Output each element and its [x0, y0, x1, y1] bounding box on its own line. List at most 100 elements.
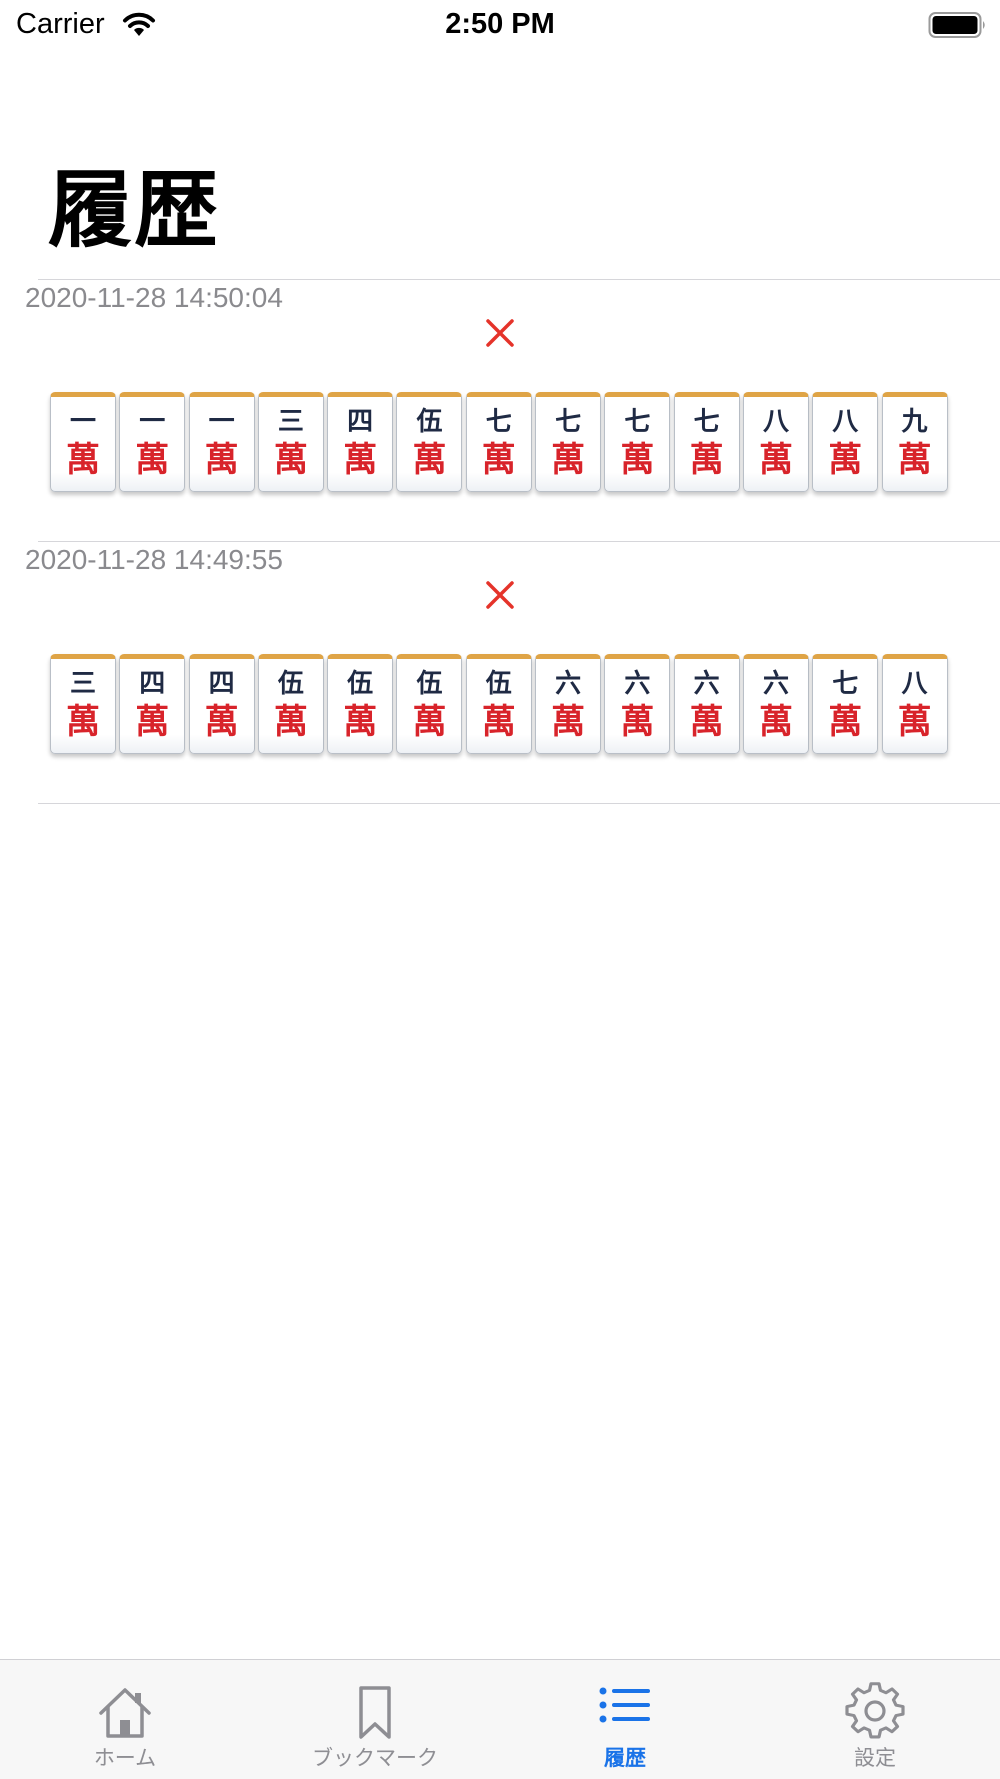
tile-suit: 萬 — [758, 440, 793, 480]
tile-suit: 萬 — [551, 440, 586, 480]
tile-number: 七 — [693, 407, 720, 437]
status-time: 2:50 PM — [445, 8, 555, 40]
tile-number: 四 — [208, 669, 235, 699]
tile-number: 伍 — [277, 669, 304, 699]
tile-suit: 萬 — [620, 702, 655, 742]
tile-suit: 萬 — [620, 440, 655, 480]
tile-number: 三 — [69, 669, 96, 699]
tab-bookmark[interactable]: ブックマーク — [250, 1660, 500, 1779]
tile-number: 七 — [832, 669, 859, 699]
entry-timestamp: 2020-11-28 14:49:55 — [25, 544, 283, 575]
tile-suit: 萬 — [412, 702, 447, 742]
tab-label: ホーム — [93, 1746, 157, 1770]
mahjong-tile: 六萬 — [604, 654, 671, 754]
tile-suit: 萬 — [897, 702, 932, 742]
mahjong-tile: 伍萬 — [465, 654, 532, 754]
tile-suit: 萬 — [481, 440, 516, 480]
incorrect-mark-icon — [486, 319, 514, 347]
mahjong-tile: 三萬 — [257, 392, 324, 492]
mahjong-tile: 三萬 — [50, 654, 116, 754]
mahjong-tile: 四萬 — [327, 392, 394, 492]
tab-label: ブックマーク — [312, 1746, 438, 1770]
tile-number: 四 — [347, 407, 374, 437]
mahjong-tile: 伍萬 — [257, 654, 324, 754]
tab-label: 履歴 — [604, 1746, 646, 1770]
mahjong-tile: 八萬 — [812, 392, 879, 492]
tile-number: 四 — [139, 669, 166, 699]
tile-suit: 萬 — [66, 440, 100, 480]
tab-bar: ホーム ブックマーク 履歴 設定 — [0, 1659, 1000, 1779]
tile-suit: 萬 — [758, 702, 793, 742]
entry-timestamp: 2020-11-28 14:50:04 — [25, 282, 283, 313]
tile-number: 一 — [208, 407, 235, 437]
tile-number: 伍 — [347, 669, 374, 699]
mahjong-tile: 七萬 — [604, 392, 671, 492]
mahjong-tile: 六萬 — [535, 654, 602, 754]
tile-suit: 萬 — [135, 702, 170, 742]
mahjong-tile: 一萬 — [50, 392, 116, 492]
tile-number: 七 — [624, 407, 651, 437]
mahjong-tile: 八萬 — [742, 392, 809, 492]
tile-number: 八 — [762, 407, 789, 437]
mahjong-tile: 一萬 — [119, 392, 186, 492]
tile-number: 七 — [555, 407, 582, 437]
tab-history[interactable]: 履歴 — [500, 1660, 750, 1779]
tile-number: 伍 — [485, 669, 512, 699]
tile-suit: 萬 — [689, 440, 724, 480]
row-separator — [38, 541, 1000, 542]
tile-suit: 萬 — [828, 440, 863, 480]
mahjong-tile: 一萬 — [188, 392, 255, 492]
mahjong-tile: 伍萬 — [327, 654, 394, 754]
tile-number: 九 — [901, 407, 928, 437]
tile-number: 六 — [555, 669, 582, 699]
tile-suit: 萬 — [828, 702, 863, 742]
tile-suit: 萬 — [551, 702, 586, 742]
status-bar: Carrier 2:50 PM — [0, 0, 1000, 52]
tile-number: 六 — [762, 669, 789, 699]
history-entry[interactable]: 2020-11-28 14:49:55 三萬 四萬 四萬 伍萬 伍萬 伍萬 伍萬… — [0, 544, 1000, 806]
tile-suit: 萬 — [135, 440, 170, 480]
battery-icon — [928, 12, 985, 38]
mahjong-tile: 伍萬 — [396, 654, 463, 754]
incorrect-mark-icon — [486, 581, 514, 609]
tile-suit: 萬 — [343, 702, 378, 742]
mahjong-tile: 七萬 — [673, 392, 740, 492]
tile-suit: 萬 — [343, 440, 378, 480]
mahjong-tile: 伍萬 — [396, 392, 463, 492]
mahjong-tile: 七萬 — [535, 392, 602, 492]
bookmark-icon — [359, 1686, 391, 1739]
list-icon — [599, 1687, 650, 1723]
tile-suit: 萬 — [481, 702, 516, 742]
tile-suit: 萬 — [689, 702, 724, 742]
mahjong-tile: 六萬 — [673, 654, 740, 754]
tile-suit: 萬 — [66, 702, 100, 742]
tile-suit: 萬 — [273, 440, 308, 480]
mahjong-tile: 四萬 — [119, 654, 186, 754]
tile-number: 一 — [139, 407, 166, 437]
tile-hand: 三萬 四萬 四萬 伍萬 伍萬 伍萬 伍萬 六萬 六萬 六萬 六萬 七萬 八萬 — [50, 654, 951, 756]
tile-number: 八 — [832, 407, 859, 437]
mahjong-tile: 六萬 — [742, 654, 809, 754]
gear-icon — [845, 1682, 905, 1739]
tile-hand: 一萬 一萬 一萬 三萬 四萬 伍萬 七萬 七萬 七萬 七萬 八萬 八萬 九萬 — [50, 392, 951, 494]
tile-number: 六 — [693, 669, 720, 699]
tab-label: 設定 — [854, 1746, 896, 1770]
tile-suit: 萬 — [204, 702, 239, 742]
history-entry[interactable]: 2020-11-28 14:50:04 一萬 一萬 一萬 三萬 四萬 伍萬 七萬… — [0, 282, 1000, 544]
tile-suit: 萬 — [273, 702, 308, 742]
mahjong-tile: 七萬 — [812, 654, 879, 754]
tile-number: 伍 — [416, 407, 443, 437]
tile-suit: 萬 — [412, 440, 447, 480]
tab-settings[interactable]: 設定 — [750, 1660, 1000, 1779]
title-separator — [38, 279, 1000, 280]
tile-number: 三 — [277, 407, 304, 437]
mahjong-tile: 四萬 — [188, 654, 255, 754]
tile-number: 一 — [69, 407, 96, 437]
row-separator — [38, 803, 1000, 804]
tile-suit: 萬 — [897, 440, 932, 480]
tile-number: 七 — [485, 407, 512, 437]
tab-home[interactable]: ホーム — [0, 1660, 250, 1779]
mahjong-tile: 八萬 — [881, 654, 948, 754]
mahjong-tile: 七萬 — [465, 392, 532, 492]
mahjong-tile: 九萬 — [881, 392, 948, 492]
